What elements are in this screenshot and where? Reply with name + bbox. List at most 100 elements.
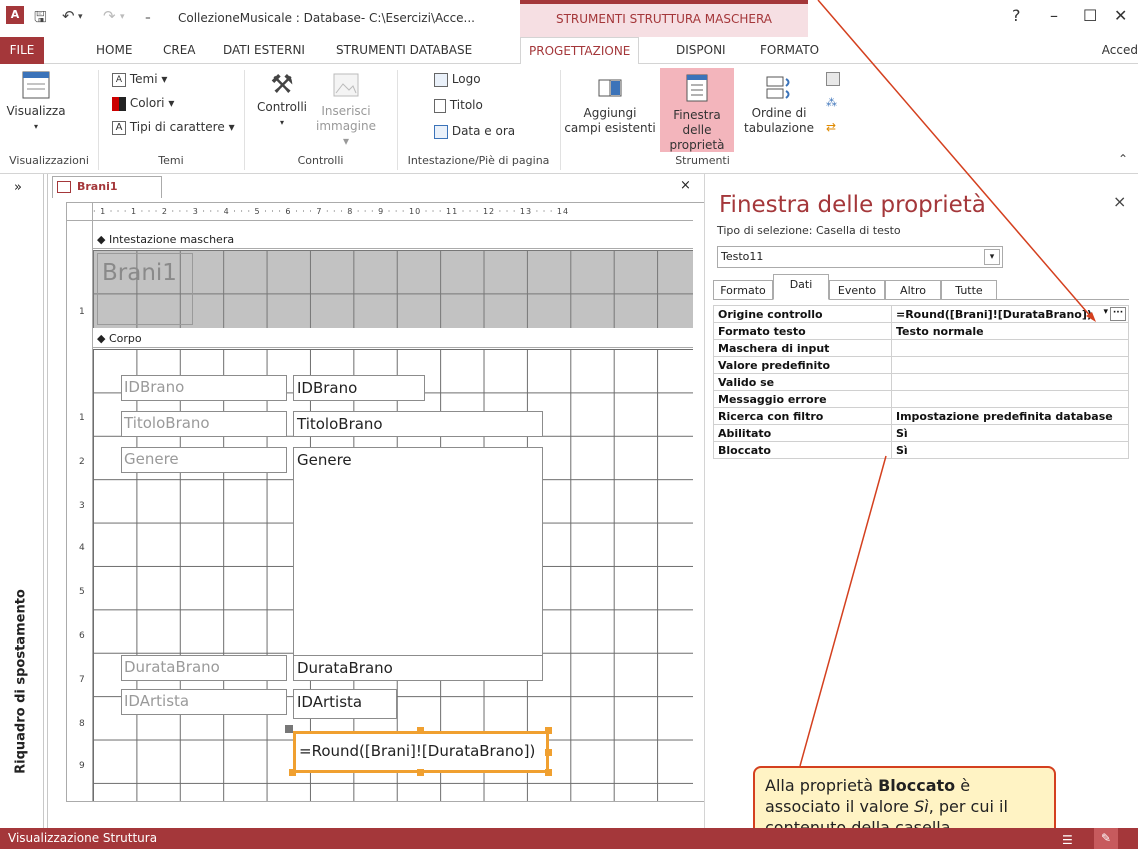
label-duratabrano[interactable]: DurataBrano [121,655,287,681]
textbox-genere[interactable]: Genere [293,447,543,673]
group-label-strumenti: Strumenti [675,154,730,167]
property-value[interactable]: =Round([Brani]![DurataBrano]) ▾ ··· [891,305,1129,323]
collapse-ribbon-icon[interactable]: ⌃ [1118,152,1128,166]
chevron-down-icon[interactable]: ▾ [984,249,1000,265]
account-name[interactable]: Acced [1102,43,1138,57]
visualizza-button[interactable]: Visualizza ▾ [6,70,66,134]
convert-macros-icon[interactable]: ⇄ [826,120,840,134]
form-designer[interactable]: · 1 · · · 1 · · · 2 · · · 3 · · · 4 · · … [66,202,708,802]
resize-handle[interactable] [289,769,296,776]
themes-icon: A [112,72,126,87]
expand-nav-pane-button[interactable]: » [14,180,22,195]
property-value[interactable]: Testo normale [891,322,1129,340]
section-bar-header[interactable]: ◆ Intestazione maschera [93,231,693,249]
property-value[interactable] [891,356,1129,374]
temi-button[interactable]: A Temi ▾ [112,72,167,87]
property-value[interactable]: Sì [891,424,1129,442]
property-value[interactable] [891,373,1129,391]
property-row[interactable]: Bloccato Sì [713,441,1129,459]
prop-tab-formato[interactable]: Formato [713,280,773,300]
prop-tab-altro[interactable]: Altro [885,280,941,300]
property-row[interactable]: Abilitato Sì [713,424,1129,442]
undo-dropdown-icon[interactable]: ▾ [78,12,83,22]
selection-type: Tipo di selezione: Casella di testo [717,224,901,237]
titolo-button[interactable]: Titolo [434,98,483,113]
property-name: Messaggio errore [713,390,892,408]
maximize-button[interactable]: ☐ [1083,6,1097,25]
resize-handle[interactable] [545,749,552,756]
finestra-label-2: proprietà [669,138,725,152]
property-value[interactable]: Impostazione predefinita database [891,407,1129,425]
tipi-carattere-button[interactable]: A Tipi di carattere ▾ [112,120,235,135]
close-property-sheet-button[interactable]: × [1113,192,1126,211]
form-view-icon[interactable]: ☰ [1062,830,1073,851]
textbox-titolobrano[interactable]: TitoloBrano [293,411,543,437]
tab-dati-esterni[interactable]: DATI ESTERNI [215,37,313,64]
property-row[interactable]: Messaggio errore [713,390,1129,408]
inserisci-immagine-button[interactable]: Inserisci immagine ▾ [314,70,378,149]
form-selector[interactable] [67,203,93,221]
code-icon[interactable]: ⁂ [826,96,840,110]
resize-handle[interactable] [417,727,424,734]
resize-handle[interactable] [545,727,552,734]
property-row[interactable]: Formato testo Testo normale [713,322,1129,340]
design-view-icon[interactable]: ✎ [1094,828,1118,849]
tab-strumenti-database[interactable]: STRUMENTI DATABASE [328,37,480,64]
close-document-button[interactable]: × [680,178,691,193]
prop-tab-evento[interactable]: Evento [829,280,885,300]
section-bar-body[interactable]: ◆ Corpo [93,330,693,348]
form-title-label[interactable]: Brani1 [97,253,193,325]
save-icon[interactable]: 🖫 [34,7,47,32]
help-button[interactable]: ? [1012,6,1021,25]
property-value[interactable] [891,390,1129,408]
property-value[interactable] [891,339,1129,357]
property-row[interactable]: Valore predefinito [713,356,1129,374]
tab-home[interactable]: HOME [88,37,140,64]
textbox-duratabrano[interactable]: DurataBrano [293,655,543,681]
tab-progettazione[interactable]: PROGETTAZIONE [520,37,640,65]
property-row[interactable]: Origine controllo =Round([Brani]![DurataB… [713,305,1129,323]
prop-tab-dati[interactable]: Dati [773,274,829,300]
group-label-intestazione: Intestazione/Piè di pagina [407,154,550,167]
object-selector[interactable]: Testo11 ▾ [717,246,1003,268]
access-app-icon[interactable]: A [6,6,24,24]
tab-crea[interactable]: CREA [155,37,204,64]
subform-icon[interactable] [826,72,840,86]
customize-qat-icon[interactable]: ₌ [145,10,151,23]
colori-button[interactable]: Colori ▾ [112,96,174,111]
label-titolobrano[interactable]: TitoloBrano [121,411,287,437]
close-button[interactable]: ✕ [1114,6,1127,25]
logo-button[interactable]: Logo [434,72,481,87]
finestra-proprieta-button[interactable]: Finestra delle proprietà [660,68,734,152]
tab-brani1[interactable]: Brani1 [52,176,162,198]
textbox-idartista[interactable]: IDArtista [293,689,397,719]
controlli-button[interactable]: ⚒ Controlli ▾ [254,70,310,130]
move-handle[interactable] [285,725,293,733]
undo-icon[interactable]: ↶ [62,7,75,25]
tab-disponi[interactable]: DISPONI [668,37,734,64]
property-row[interactable]: Valido se [713,373,1129,391]
builder-button[interactable]: ··· [1110,307,1126,321]
resize-handle[interactable] [545,769,552,776]
label-genere[interactable]: Genere [121,447,287,473]
chevron-down-icon[interactable]: ▾ [1103,307,1108,317]
ordine-tabulazione-button[interactable]: Ordine di tabulazione [736,74,822,136]
minimize-button[interactable]: – [1050,6,1058,25]
property-value[interactable]: Sì [891,441,1129,459]
navigation-pane[interactable]: » Riquadro di spostamento [0,174,44,828]
calculated-textbox-selected[interactable]: =Round([Brani]![DurataBrano]) [293,731,549,773]
label-idartista[interactable]: IDArtista [121,689,287,715]
prop-tab-tutte[interactable]: Tutte [941,280,997,300]
nav-pane-label: Riquadro di spostamento [13,589,29,774]
data-ora-button[interactable]: Data e ora [434,124,515,139]
label-idbrano[interactable]: IDBrano [121,375,287,401]
textbox-idbrano[interactable]: IDBrano [293,375,425,401]
resize-handle[interactable] [417,769,424,776]
redo-icon[interactable]: ↷ [103,7,116,25]
property-row[interactable]: Ricerca con filtro Impostazione predefini… [713,407,1129,425]
tab-file[interactable]: FILE [0,37,44,64]
aggiungi-campi-button[interactable]: Aggiungi campi esistenti [562,74,658,136]
property-row[interactable]: Maschera di input [713,339,1129,357]
redo-dropdown-icon[interactable]: ▾ [120,12,125,22]
tab-formato[interactable]: FORMATO [752,37,827,64]
